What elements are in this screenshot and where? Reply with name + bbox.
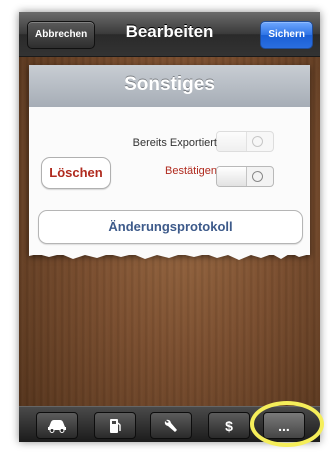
exported-switch[interactable] bbox=[216, 131, 274, 152]
fuel-pump-icon bbox=[110, 418, 121, 433]
tab-costs[interactable]: $ bbox=[208, 412, 250, 439]
card-title: Sonstiges bbox=[29, 65, 310, 107]
app-screen: Abbrechen Bearbeiten Sichern Sonstiges B… bbox=[19, 12, 320, 442]
other-settings-card: Sonstiges Bereits Exportiert Löschen Bes… bbox=[29, 65, 310, 255]
off-indicator-icon bbox=[252, 171, 263, 182]
tab-service[interactable] bbox=[150, 412, 192, 439]
off-indicator-icon bbox=[252, 136, 263, 147]
save-button[interactable]: Sichern bbox=[260, 21, 313, 49]
switch-knob bbox=[217, 132, 247, 151]
highlight-ring bbox=[250, 401, 324, 447]
switch-knob bbox=[217, 167, 247, 186]
dollar-icon: $ bbox=[225, 417, 233, 434]
navigation-bar: Abbrechen Bearbeiten Sichern bbox=[19, 12, 320, 57]
cancel-button[interactable]: Abbrechen bbox=[27, 21, 96, 49]
confirm-label: Bestätigen bbox=[165, 165, 217, 177]
exported-label: Bereits Exportiert bbox=[132, 137, 217, 149]
tab-car[interactable] bbox=[36, 412, 78, 439]
wrench-icon bbox=[164, 419, 177, 432]
change-log-button[interactable]: Änderungsprotokoll bbox=[38, 210, 303, 244]
tab-fuel[interactable] bbox=[94, 412, 136, 439]
delete-button[interactable]: Löschen bbox=[41, 157, 111, 189]
torn-paper-edge bbox=[29, 248, 310, 260]
confirm-switch[interactable] bbox=[216, 166, 274, 187]
car-icon bbox=[48, 419, 66, 433]
